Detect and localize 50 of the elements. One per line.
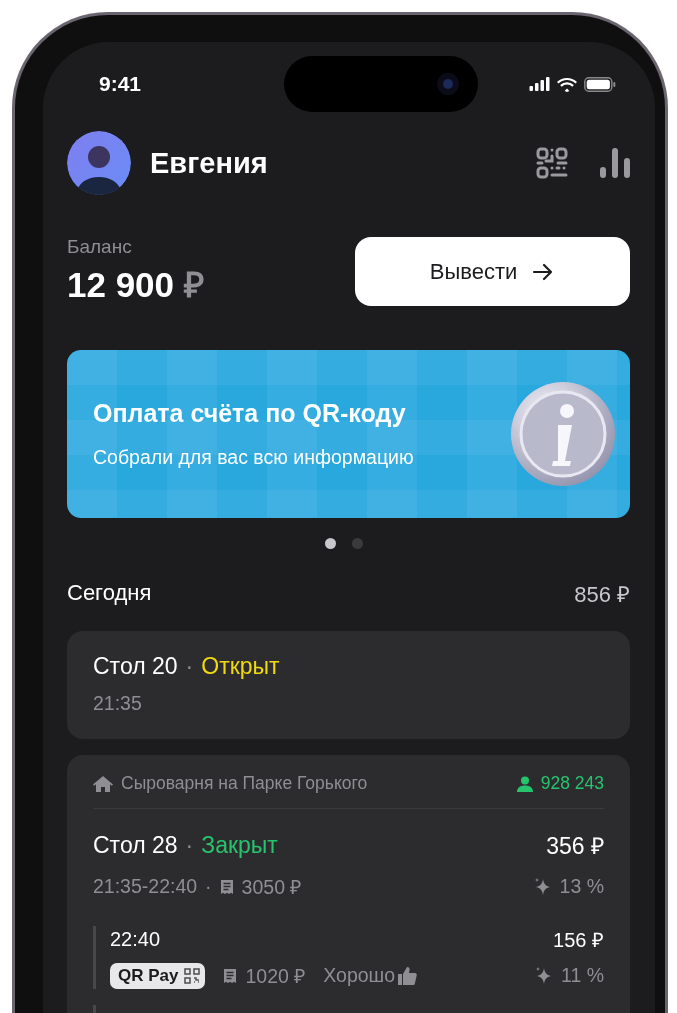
order-status: Открыт xyxy=(201,653,280,680)
battery-icon xyxy=(584,76,616,92)
qr-code-icon[interactable] xyxy=(536,147,568,179)
check-amount: 3050 ₽ xyxy=(241,875,302,900)
table-name: Стол 20 xyxy=(93,653,178,680)
banner-subtitle: Собрали для вас всю информацию xyxy=(93,446,415,469)
carousel-dot[interactable] xyxy=(324,538,336,549)
tip-percent: 11 % xyxy=(561,964,604,987)
balance-label: Баланс xyxy=(67,236,133,258)
sparkle-icon xyxy=(535,966,553,985)
receipt-icon xyxy=(219,878,234,895)
payment-time: 22:40 xyxy=(110,928,161,951)
withdraw-button[interactable]: Вывести xyxy=(355,237,630,306)
balance-amount: 12 900 xyxy=(67,265,175,305)
qr-code-icon xyxy=(184,967,201,984)
day-total: 856 ₽ xyxy=(574,581,630,608)
status-time: 9:41 xyxy=(99,72,143,96)
rating-label: Хорошо xyxy=(323,964,396,987)
receipt-icon xyxy=(223,967,238,984)
order-status: Закрыт xyxy=(201,831,278,859)
separator-dot: · xyxy=(205,875,212,898)
check-amount: 1020 ₽ xyxy=(245,964,306,989)
avatar-icon xyxy=(67,131,131,195)
section-title: Сегодня xyxy=(67,580,152,606)
thumbs-up-icon xyxy=(397,965,418,986)
venue-name: Сыроварня на Парке Горького xyxy=(121,773,368,794)
guest-number: 928 243 xyxy=(540,773,604,794)
carousel-dot[interactable] xyxy=(351,538,363,549)
info-icon xyxy=(508,379,618,489)
wifi-icon xyxy=(557,76,577,92)
banner-title: Оплата счёта по QR-коду xyxy=(93,399,407,428)
order-card[interactable]: Сыроварня на Парке Горького 928 243 Стол 28 · Закрыт 356 ₽ 21:35-22:40 · 3050 ₽ 13 % 22:40 156 ₽ QR Pay 1020 ₽ Хорошо 11 % xyxy=(67,755,630,1013)
order-time: 21:35-22:40 xyxy=(93,875,198,898)
tip-amount: 356 ₽ xyxy=(546,832,604,861)
separator-dot: · xyxy=(185,653,194,680)
payment-method-badge: QR Pay xyxy=(110,962,206,989)
tip-percent: 13 % xyxy=(559,875,604,898)
person-icon xyxy=(516,775,533,792)
bar-chart-icon[interactable] xyxy=(600,148,630,178)
tip-amount: 156 ₽ xyxy=(553,928,604,953)
user-name: Евгения xyxy=(150,146,268,180)
separator-dot: · xyxy=(185,831,194,859)
camera-icon xyxy=(436,72,460,96)
order-card[interactable]: Стол 20 · Открыт 21:35 xyxy=(67,631,630,739)
order-time: 21:35 xyxy=(93,692,143,715)
table-name: Стол 28 xyxy=(93,831,178,859)
sparkle-icon xyxy=(533,877,552,896)
house-icon xyxy=(93,774,113,793)
signal-icon xyxy=(529,77,550,91)
currency-sign: ₽ xyxy=(184,264,205,306)
